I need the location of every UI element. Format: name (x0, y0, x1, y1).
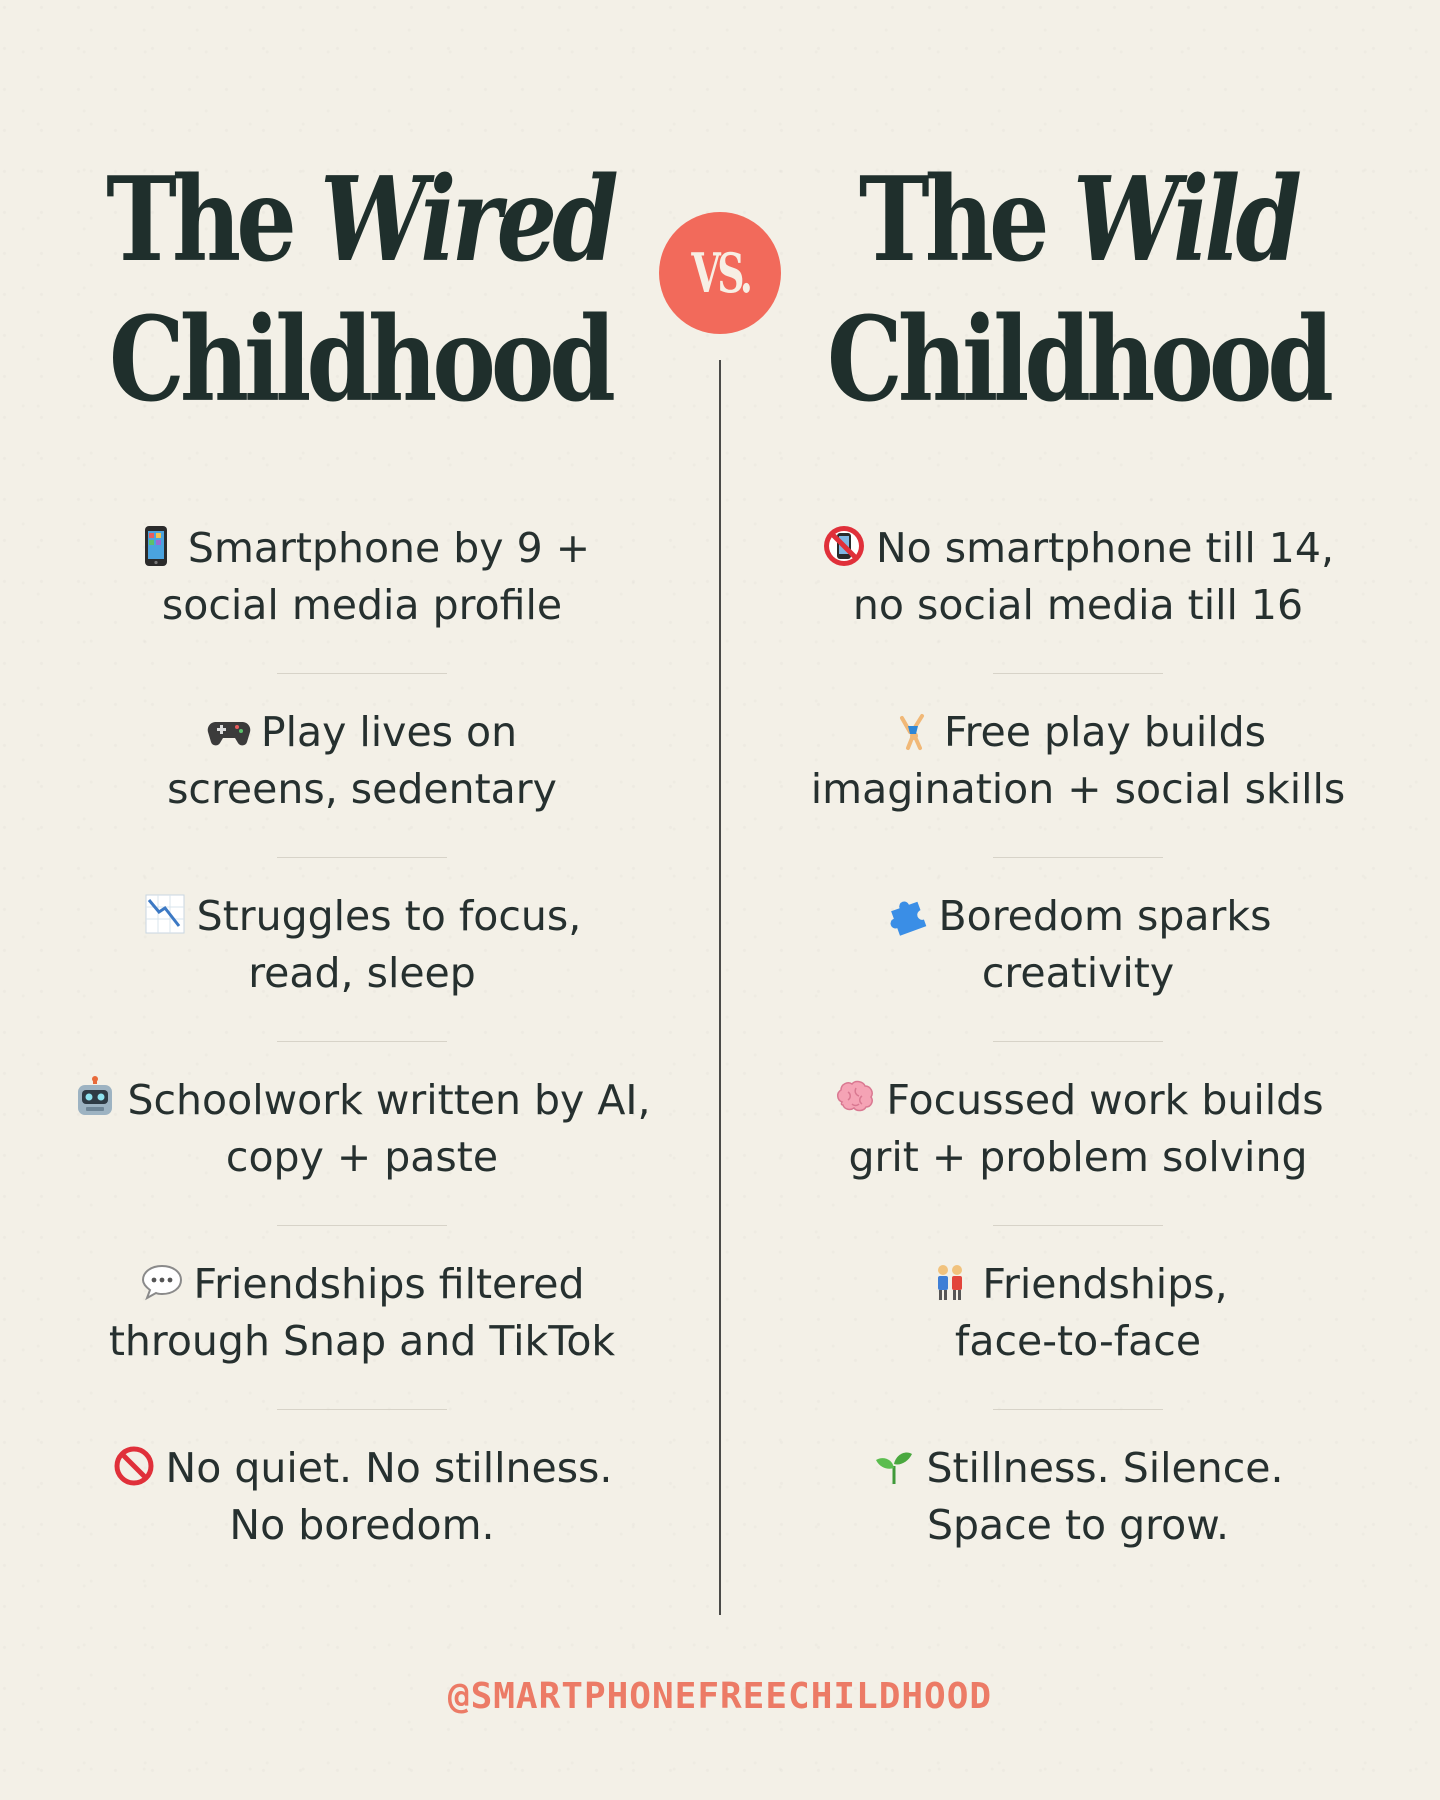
brain-icon (832, 1076, 876, 1120)
separator (277, 673, 447, 674)
list-item: Friendships, face-to-face (758, 1256, 1398, 1440)
item-text: Smartphone by 9 + social media profile (161, 524, 591, 629)
list-item: Boredom sparks creativity (758, 888, 1398, 1072)
vs-badge: VS. (659, 212, 781, 334)
title-wild: Wild (1072, 152, 1302, 288)
wild-list: No smartphone till 14, no social media t… (758, 520, 1398, 1624)
separator (277, 1225, 447, 1226)
footer-handle: @SMARTPHONEFREECHILDHOOD (447, 1676, 993, 1717)
item-text: No quiet. No stillness. No boredom. (165, 1444, 613, 1549)
separator (993, 1041, 1163, 1042)
item-text: Schoolwork written by AI, copy + paste (127, 1076, 651, 1181)
puzzle-piece-icon (885, 892, 929, 936)
list-item: Friendships filtered through Snap and Ti… (42, 1256, 682, 1440)
two-people-icon (928, 1260, 972, 1304)
item-text: Friendships filtered through Snap and Ti… (108, 1260, 616, 1365)
wild-childhood-title: The Wild Childhood (816, 150, 1341, 430)
list-item: Struggles to focus, read, sleep (42, 888, 682, 1072)
title-childhood: Childhood (109, 292, 616, 428)
separator (993, 1409, 1163, 1410)
vs-label: VS. (691, 241, 752, 305)
list-item: No quiet. No stillness. No boredom. (42, 1440, 682, 1624)
seedling-icon (872, 1444, 916, 1488)
title-wired: Wired (320, 152, 619, 288)
title-childhood: Childhood (827, 292, 1334, 428)
list-item: Free play builds imagination + social sk… (758, 704, 1398, 888)
list-item: Focussed work builds grit + problem solv… (758, 1072, 1398, 1256)
center-divider (719, 360, 721, 1615)
separator (993, 857, 1163, 858)
separator (277, 857, 447, 858)
cartwheel-icon (890, 708, 934, 752)
list-item: Smartphone by 9 + social media profile (42, 520, 682, 704)
speech-bubble-icon (140, 1260, 184, 1304)
separator (277, 1409, 447, 1410)
item-text: Stillness. Silence. Space to grow. (926, 1444, 1284, 1549)
list-item: Play lives on screens, sedentary (42, 704, 682, 888)
list-item: Schoolwork written by AI, copy + paste (42, 1072, 682, 1256)
item-text: Boredom sparks creativity (938, 892, 1272, 997)
robot-icon (73, 1076, 117, 1120)
separator (277, 1041, 447, 1042)
no-mobile-phones-icon (822, 524, 866, 568)
item-text: Focussed work builds grit + problem solv… (848, 1076, 1324, 1181)
list-item: No smartphone till 14, no social media t… (758, 520, 1398, 704)
wired-childhood-title: The Wired Childhood (98, 150, 623, 430)
item-text: No smartphone till 14, no social media t… (852, 524, 1334, 629)
title-the: The (106, 152, 297, 288)
wired-list: Smartphone by 9 + social media profile P… (42, 520, 682, 1624)
title-the: The (858, 152, 1050, 288)
list-item: Stillness. Silence. Space to grow. (758, 1440, 1398, 1624)
item-text: Struggles to focus, read, sleep (196, 892, 582, 997)
item-text: Friendships, face-to-face (954, 1260, 1228, 1365)
separator (993, 673, 1163, 674)
mobile-phone-icon (134, 524, 178, 568)
separator (993, 1225, 1163, 1226)
game-controller-icon (207, 708, 251, 752)
prohibited-icon (112, 1444, 156, 1488)
chart-decreasing-icon (143, 892, 187, 936)
